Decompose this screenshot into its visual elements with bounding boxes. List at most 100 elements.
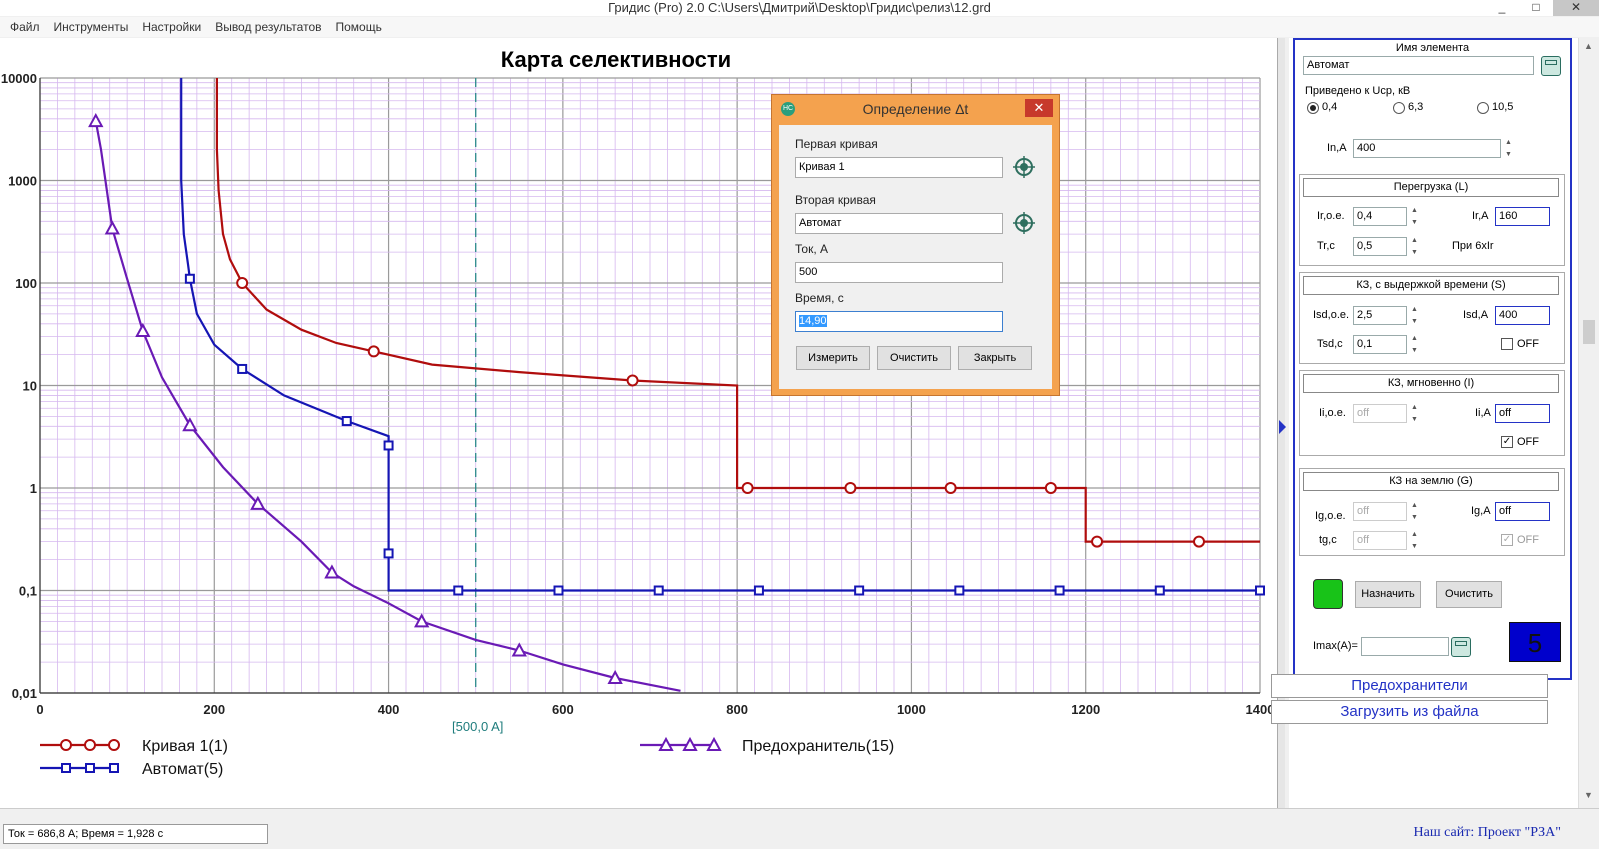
imax-label: Imax(A)= — [1313, 640, 1358, 652]
clear-button[interactable]: Очистить — [1436, 581, 1502, 608]
ground-header: КЗ на землю (G) — [1303, 472, 1559, 491]
first-curve-label: Первая кривая — [795, 137, 878, 151]
tr-label: Tr,c — [1317, 240, 1335, 252]
scroll-up-icon[interactable]: ▲ — [1584, 41, 1593, 51]
ig-a-input[interactable]: off — [1495, 502, 1550, 521]
tsd-spinner[interactable] — [1411, 335, 1421, 354]
ig-oe-input[interactable]: off — [1353, 502, 1407, 521]
data-point-marker — [553, 585, 564, 596]
pick-first-curve-target-icon[interactable] — [1013, 156, 1035, 178]
voltage-radio-0-4[interactable] — [1307, 102, 1319, 114]
data-point-marker — [453, 585, 464, 596]
isd-a-input[interactable]: 400 — [1495, 306, 1550, 325]
menu-output[interactable]: Вывод результатов — [208, 17, 328, 37]
menu-file[interactable]: Файл — [3, 17, 47, 37]
data-point-marker — [741, 482, 754, 494]
first-curve-input[interactable]: Кривая 1 — [795, 157, 1003, 178]
current-input[interactable]: 500 — [795, 262, 1003, 283]
voltage-label: Приведено к Ucp, кВ — [1305, 85, 1411, 97]
tg-input[interactable]: off — [1353, 531, 1407, 550]
data-point-marker — [237, 363, 248, 374]
tr-spinner[interactable] — [1411, 237, 1421, 256]
data-point-marker — [236, 277, 249, 289]
in-input[interactable]: 400 — [1353, 139, 1501, 158]
voltage-radio-6-3[interactable] — [1393, 102, 1405, 114]
isd-a-label: Isd,A — [1463, 309, 1489, 321]
y-tick-label: 100 — [15, 276, 37, 291]
ig-oe-label: Ig,o.e. — [1315, 510, 1346, 522]
in-label: In,А — [1327, 142, 1347, 154]
ground-off-checkbox[interactable]: ✓ — [1501, 534, 1513, 546]
tsd-label: Tsd,c — [1317, 338, 1343, 350]
short-delay-off-checkbox[interactable] — [1501, 338, 1513, 350]
ii-oe-spinner[interactable] — [1411, 404, 1421, 423]
tg-spinner[interactable] — [1411, 531, 1421, 550]
measure-button[interactable]: Измерить — [796, 346, 870, 370]
tr-input[interactable]: 0,5 — [1353, 237, 1407, 256]
scrollbar-thumb[interactable] — [1583, 320, 1595, 344]
ground-off-label: OFF — [1517, 534, 1539, 546]
data-point-marker — [1255, 585, 1265, 596]
short-delay-header: КЗ, с выдержкой времени (S) — [1303, 276, 1559, 295]
voltage-radio-10-5[interactable] — [1477, 102, 1489, 114]
ii-oe-input[interactable]: off — [1353, 404, 1407, 423]
ir-oe-input[interactable]: 0,4 — [1353, 207, 1407, 226]
data-point-marker — [367, 345, 380, 358]
window-titlebar: Гридис (Pro) 2.0 C:\Users\Дмитрий\Deskto… — [0, 0, 1599, 16]
site-link[interactable]: Наш сайт: Проект "РЗА" — [1414, 825, 1561, 841]
dialog-clear-button[interactable]: Очистить — [877, 346, 951, 370]
selectivity-chart-area[interactable]: 0 200 400 600 800 1000 1200 1400 10000 1000 100 10 1… — [0, 38, 1277, 808]
selectivity-chart[interactable]: 0 200 400 600 800 1000 1200 1400100001000100101… — [0, 38, 1277, 808]
second-curve-input[interactable]: Автомат — [795, 213, 1003, 234]
fuses-button[interactable]: Предохранители — [1271, 674, 1548, 698]
tsd-input[interactable]: 0,1 — [1353, 335, 1407, 354]
ig-a-label: Ig,A — [1471, 505, 1491, 517]
ii-a-input[interactable]: off — [1495, 404, 1550, 423]
data-point-marker — [653, 585, 664, 596]
ir-a-label: Ir,A — [1472, 210, 1489, 222]
overload-header: Перегрузка (L) — [1303, 178, 1559, 197]
time-label: Время, с — [795, 291, 844, 305]
imax-input[interactable] — [1361, 637, 1449, 656]
x-tick-label: 400 — [378, 702, 400, 717]
panel-scrollbar[interactable]: ▲ ▼ — [1578, 38, 1599, 808]
element-name-input[interactable]: Автомат — [1303, 56, 1534, 75]
menu-settings[interactable]: Настройки — [135, 17, 208, 37]
legend-label: Автомат(5) — [142, 761, 223, 778]
menu-tools[interactable]: Инструменты — [47, 17, 136, 37]
legend-entry: Кривая 1(1) — [40, 738, 228, 755]
cursor-label: [500,0 A] — [452, 719, 503, 734]
ig-oe-spinner[interactable] — [1411, 502, 1421, 521]
time-input[interactable]: 14,90 — [795, 311, 1003, 332]
expand-arrow-icon[interactable] — [1279, 420, 1286, 434]
assign-button[interactable]: Назначить — [1355, 581, 1421, 608]
voltage-option-6-3: 6,3 — [1408, 101, 1424, 113]
calculator-icon[interactable] — [1451, 637, 1471, 657]
instant-off-checkbox[interactable]: ✓ — [1501, 436, 1513, 448]
current-label: Ток, А — [795, 242, 828, 256]
in-spinner[interactable] — [1505, 139, 1515, 158]
load-from-file-button[interactable]: Загрузить из файла — [1271, 700, 1548, 724]
ir-a-input[interactable]: 160 — [1495, 207, 1550, 226]
data-point-marker — [109, 763, 119, 773]
isd-oe-input[interactable]: 2,5 — [1353, 306, 1407, 325]
data-point-marker — [944, 482, 957, 494]
scroll-down-icon[interactable]: ▼ — [1584, 790, 1593, 800]
isd-oe-spinner[interactable] — [1411, 306, 1421, 325]
delta-t-dialog: НС Определение Δt ✕ Первая кривая Кривая… — [771, 94, 1060, 396]
save-icon[interactable] — [1541, 56, 1561, 76]
pick-second-curve-target-icon[interactable] — [1013, 212, 1035, 234]
dialog-close-action-button[interactable]: Закрыть — [958, 346, 1032, 370]
element-name-label: Имя элемента — [1395, 42, 1470, 54]
menu-help[interactable]: Помощь — [329, 17, 389, 37]
legend-label: Кривая 1(1) — [142, 738, 228, 755]
tg-label: tg,c — [1319, 534, 1337, 546]
isd-oe-label: Isd,o.e. — [1313, 309, 1350, 321]
minimize-button[interactable]: _ — [1485, 0, 1519, 16]
y-tick-label: 0,1 — [19, 584, 37, 599]
close-button[interactable]: ✕ — [1553, 0, 1599, 16]
maximize-button[interactable]: □ — [1519, 0, 1553, 16]
instant-header: КЗ, мгновенно (I) — [1303, 374, 1559, 393]
ir-oe-spinner[interactable] — [1411, 207, 1421, 226]
dialog-close-button[interactable]: ✕ — [1025, 99, 1053, 117]
